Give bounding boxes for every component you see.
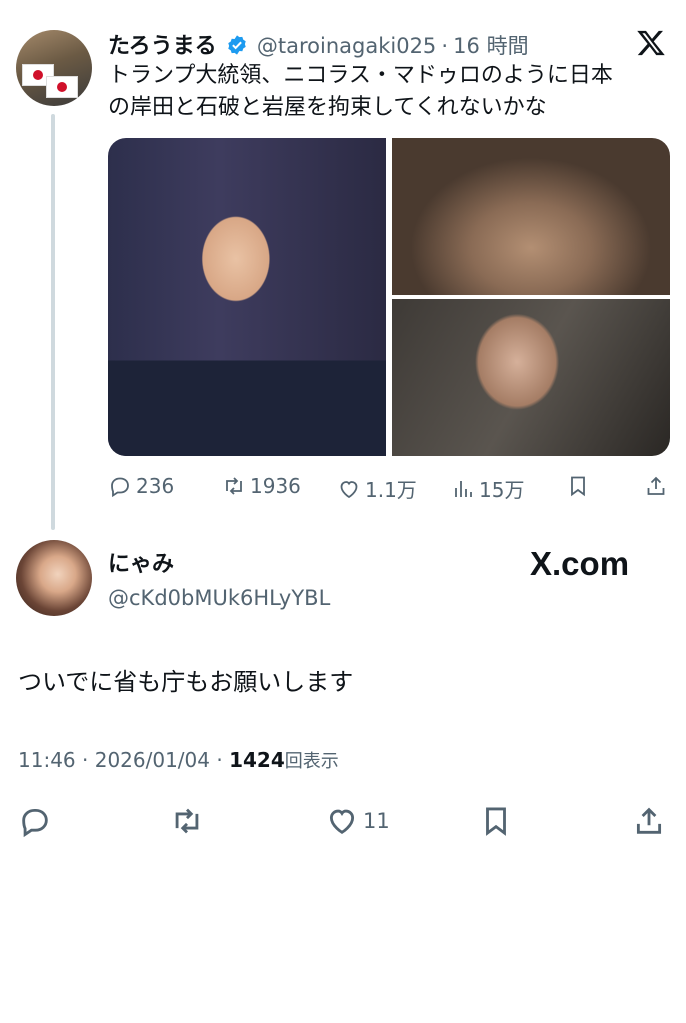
share-icon bbox=[647, 476, 665, 495]
bookmark-icon bbox=[571, 476, 585, 497]
tweet-time[interactable]: 16 時間 bbox=[453, 34, 528, 58]
reply-author-block: にゃみ @cKd0bMUk6HLyYBL bbox=[108, 546, 330, 610]
reply-count: 236 bbox=[136, 474, 175, 498]
reply-date[interactable]: 2026/01/04 bbox=[95, 748, 210, 772]
reply-bookmark-button[interactable] bbox=[479, 804, 513, 838]
reply-view-count: 1424 bbox=[229, 748, 285, 772]
separator-dot: · bbox=[441, 34, 449, 58]
heart-icon bbox=[329, 809, 355, 834]
reply-retweet-button[interactable] bbox=[170, 804, 204, 838]
tweet-text-line: トランプ大統領、ニコラス・マドゥロのように日本 bbox=[108, 63, 613, 88]
tweet-text-line: の岸田と石破と岩屋を拘束してくれないかな bbox=[108, 95, 547, 120]
reply-meta: 11:46 · 2026/01/04 · 1424回表示 bbox=[18, 747, 339, 773]
retweet-icon bbox=[226, 477, 242, 495]
reply-button[interactable]: 236 bbox=[108, 474, 174, 498]
reply-author-avatar[interactable] bbox=[16, 540, 92, 616]
separator-dot: · bbox=[216, 748, 223, 772]
share-button[interactable] bbox=[644, 474, 668, 498]
tweet-header: たろうまる @taroinagaki025 · 16 時間 bbox=[108, 28, 529, 60]
x-logo-icon[interactable] bbox=[636, 28, 666, 62]
bookmark-button[interactable] bbox=[566, 474, 590, 498]
reply-text: ついでに省も庁もお願いします bbox=[18, 668, 354, 696]
author-name[interactable]: たろうまる bbox=[108, 34, 217, 59]
retweet-button[interactable]: 1936 bbox=[222, 474, 301, 498]
photo-main[interactable] bbox=[108, 138, 386, 456]
thread-line bbox=[51, 114, 55, 530]
views-chart-icon bbox=[455, 480, 472, 497]
reply-author-name[interactable]: にゃみ bbox=[108, 546, 330, 578]
views-button[interactable]: 15万 bbox=[451, 474, 524, 503]
share-icon bbox=[636, 807, 662, 834]
xcom-brand: X.com bbox=[530, 545, 630, 582]
author-avatar[interactable] bbox=[16, 30, 92, 106]
verified-badge-icon bbox=[228, 35, 246, 55]
separator-dot: · bbox=[82, 748, 89, 772]
tweet-text: トランプ大統領、ニコラス・マドゥロのように日本 の岸田と石破と岩屋を拘束してくれ… bbox=[108, 60, 613, 124]
reply-like-count: 11 bbox=[363, 809, 390, 833]
reply-author-handle[interactable]: @cKd0bMUk6HLyYBL bbox=[108, 586, 330, 610]
photo-top-right[interactable] bbox=[392, 138, 670, 295]
reply-time[interactable]: 11:46 bbox=[18, 748, 76, 772]
reply-icon bbox=[22, 808, 48, 838]
like-count: 1.1万 bbox=[365, 478, 417, 502]
photo-bottom-right[interactable] bbox=[392, 299, 670, 456]
reply-view-label: 回表示 bbox=[284, 751, 339, 772]
bookmark-icon bbox=[486, 807, 506, 836]
reply-share-button[interactable] bbox=[632, 804, 666, 838]
author-handle[interactable]: @taroinagaki025 bbox=[257, 34, 436, 58]
reply-icon bbox=[111, 477, 129, 498]
heart-icon bbox=[340, 480, 358, 498]
retweet-count: 1936 bbox=[250, 474, 301, 498]
media-grid[interactable] bbox=[108, 138, 670, 456]
reply-like-button[interactable]: 11 bbox=[325, 804, 390, 838]
view-count: 15万 bbox=[479, 478, 525, 502]
reply-reply-button[interactable] bbox=[18, 804, 52, 838]
retweet-icon bbox=[175, 808, 199, 834]
like-button[interactable]: 1.1万 bbox=[337, 474, 417, 503]
